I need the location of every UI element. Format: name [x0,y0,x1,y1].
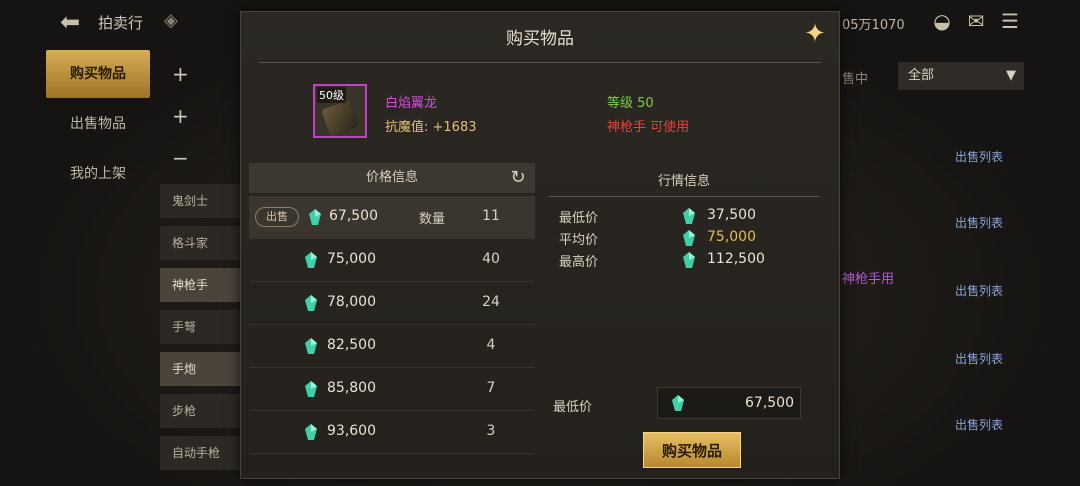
divider [259,62,821,63]
quantity-value: 24 [482,294,500,310]
buy-button[interactable]: 购买物品 [643,432,741,468]
category-item[interactable]: 手弩 [160,310,240,344]
price-row[interactable]: 出售 67,500 数量 11 [249,196,535,239]
buy-price-value: 67,500 [745,395,794,411]
chevron-down-icon: ▼ [1006,68,1016,83]
gem-icon [305,252,317,268]
sell-list-link[interactable]: 出售列表 [955,282,1003,299]
gem-icon [683,252,695,268]
expand-plus-icon[interactable]: + [172,62,189,86]
bag-icon[interactable]: ◒ [930,10,954,32]
diamond-icon[interactable]: ◈ [164,10,186,32]
category-item[interactable]: 神枪手 [160,268,240,302]
buy-min-price-label: 最低价 [553,400,593,415]
filter-value: 全部 [908,68,935,83]
price-value: 75,000 [327,251,376,267]
price-value: 93,600 [327,423,376,439]
nav-sell-items[interactable]: 出售物品 [46,100,150,148]
expand-plus-icon[interactable]: + [172,104,189,128]
gem-icon [683,208,695,224]
price-info-title: 价格信息 [365,170,418,185]
dialog-title: 购买物品 [506,29,574,49]
quantity-value: 4 [486,337,496,353]
quantity-label: 数量 [419,212,446,227]
category-item[interactable]: 自动手枪 [160,436,240,470]
gem-icon [305,381,317,397]
item-art [321,99,359,137]
sell-list-link[interactable]: 出售列表 [955,214,1003,231]
chat-icon[interactable]: ☰ [998,10,1022,32]
quantity-value: 3 [486,423,496,439]
item-name: 白焰翼龙 [385,96,438,111]
close-icon[interactable]: ✦ [801,20,829,48]
gem-icon [305,424,317,440]
background-item-name: 神枪手用 [842,272,895,287]
min-price-value: 37,500 [707,207,756,223]
gem-icon [305,295,317,311]
category-item[interactable]: 手炮 [160,352,240,386]
gem-icon [309,209,321,225]
item-class-usable: 神枪手 可使用 [607,120,690,135]
price-value: 82,500 [327,337,376,353]
quantity-value: 7 [486,380,496,396]
price-row[interactable]: 78,000 24 [249,282,535,325]
price-info-header: 价格信息 ↻ [249,163,535,193]
buy-item-dialog: 购买物品 ✦ 50级 白焰翼龙 抗魔值: +1683 等级 50 神枪手 可使用… [240,11,840,479]
category-item[interactable]: 格斗家 [160,226,240,260]
buy-price-field[interactable]: 67,500 [657,387,801,419]
divider [549,196,819,197]
price-value: 85,800 [327,380,376,396]
refresh-icon[interactable]: ↻ [507,167,529,189]
price-row[interactable]: 93,600 3 [249,411,535,454]
price-row[interactable]: 82,500 4 [249,325,535,368]
item-level: 等级 50 [607,96,654,111]
gem-icon [683,230,695,246]
price-value: 78,000 [327,294,376,310]
item-stat: 抗魔值: +1683 [385,120,477,135]
nav-my-listings[interactable]: 我的上架 [46,150,150,198]
category-item[interactable]: 步枪 [160,394,240,428]
sell-list-link[interactable]: 出售列表 [955,350,1003,367]
max-price-label: 最高价 [559,255,599,270]
price-value: 67,500 [329,208,378,224]
sell-badge: 出售 [255,207,299,227]
sell-list-link[interactable]: 出售列表 [955,416,1003,433]
item-level-badge: 50级 [317,87,346,103]
price-row[interactable]: 85,800 7 [249,368,535,411]
currency-amount: 05万1070 [842,18,905,33]
quantity-value: 11 [482,208,500,224]
filter-select[interactable]: 全部 ▼ [898,62,1024,90]
item-thumbnail[interactable]: 50级 [313,84,367,138]
gem-icon [672,395,684,411]
category-item[interactable]: 鬼剑士 [160,184,240,218]
market-info-header: 行情信息 [657,174,710,189]
gem-icon [305,338,317,354]
back-icon[interactable]: ⬅ [60,8,88,36]
sell-list-link[interactable]: 出售列表 [955,148,1003,165]
nav-buy-items[interactable]: 购买物品 [46,50,150,98]
avg-price-label: 平均价 [559,233,599,248]
price-row[interactable]: 75,000 40 [249,239,535,282]
page-title: 拍卖行 [98,14,144,32]
collapse-minus-icon[interactable]: − [172,146,189,170]
mail-icon[interactable]: ✉ [964,10,988,32]
min-price-label: 最低价 [559,211,599,226]
avg-price-value: 75,000 [707,229,756,245]
quantity-value: 40 [482,251,500,267]
max-price-value: 112,500 [707,251,765,267]
filter-label: 售中 [842,72,869,87]
